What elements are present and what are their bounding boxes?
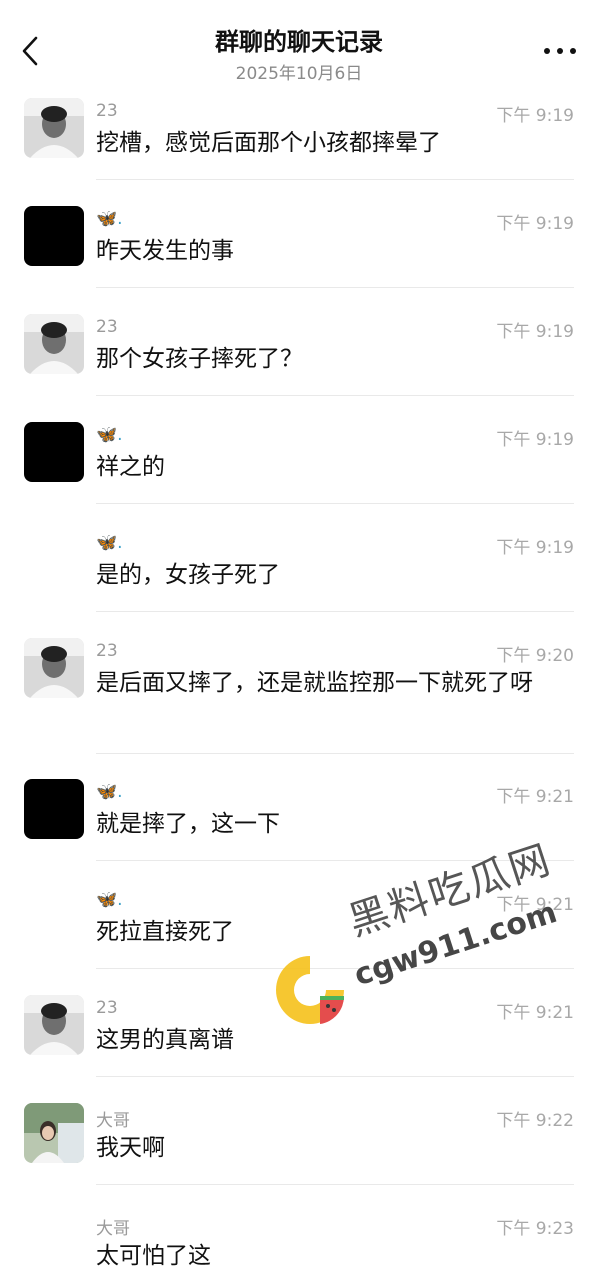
message-item: 🦋. 下午 9:21 死拉直接死了 xyxy=(0,884,598,970)
message-item: 🦋. 下午 9:19 祥之的 xyxy=(0,419,598,505)
sender-name: 🦋. xyxy=(96,782,123,802)
divider xyxy=(96,287,574,288)
divider xyxy=(96,860,574,861)
chat-date: 2025年10月6日 xyxy=(235,64,363,84)
sender-name: 🦋. xyxy=(96,890,123,910)
sender-name: 23 xyxy=(96,998,118,1018)
message-time: 下午 9:19 xyxy=(496,214,574,234)
divider xyxy=(96,968,574,969)
message-item: 🦋. 下午 9:21 就是摔了，这一下 xyxy=(0,776,598,862)
message-text: 祥之的 xyxy=(96,454,165,480)
message-item: 23 下午 9:19 那个女孩子摔死了？ xyxy=(0,311,598,397)
sender-name: 🦋. xyxy=(96,209,123,229)
message-item: 大哥 下午 9:23 太可怕了这 xyxy=(0,1208,598,1280)
sender-name: 大哥 xyxy=(96,1111,130,1131)
divider xyxy=(96,395,574,396)
message-item: 大哥 下午 9:22 我天啊 xyxy=(0,1100,598,1186)
avatar[interactable] xyxy=(24,206,84,266)
message-time: 下午 9:22 xyxy=(496,1111,574,1131)
message-item: 🦋. 下午 9:19 是的，女孩子死了 xyxy=(0,527,598,613)
message-time: 下午 9:19 xyxy=(496,106,574,126)
sender-name: 23 xyxy=(96,101,118,121)
message-time: 下午 9:19 xyxy=(496,322,574,342)
avatar[interactable] xyxy=(24,995,84,1055)
divider xyxy=(96,1184,574,1185)
avatar[interactable] xyxy=(24,98,84,158)
message-text: 是的，女孩子死了 xyxy=(96,562,280,588)
message-text: 那个女孩子摔死了？ xyxy=(96,346,303,372)
chat-header: 群聊的聊天记录 2025年10月6日 xyxy=(0,0,598,92)
sender-name: 23 xyxy=(96,641,118,661)
message-item: 🦋. 下午 9:19 昨天发生的事 xyxy=(0,203,598,289)
message-text: 是后面又摔了，还是就监控那一下就死了呀 xyxy=(96,670,533,696)
message-time: 下午 9:21 xyxy=(496,787,574,807)
message-time: 下午 9:23 xyxy=(496,1219,574,1239)
sender-name: 大哥 xyxy=(96,1219,130,1239)
divider xyxy=(96,611,574,612)
avatar[interactable] xyxy=(24,422,84,482)
message-time: 下午 9:21 xyxy=(496,895,574,915)
divider xyxy=(96,1076,574,1077)
message-item: 23 下午 9:19 挖槽，感觉后面那个小孩都摔晕了 xyxy=(0,95,598,181)
message-text: 昨天发生的事 xyxy=(96,238,234,264)
message-text: 这男的真离谱 xyxy=(96,1027,234,1053)
message-time: 下午 9:19 xyxy=(496,538,574,558)
divider xyxy=(96,179,574,180)
message-item: 23 下午 9:21 这男的真离谱 xyxy=(0,992,598,1078)
divider xyxy=(96,503,574,504)
message-text: 死拉直接死了 xyxy=(96,919,234,945)
divider xyxy=(96,753,574,754)
sender-name: 23 xyxy=(96,317,118,337)
message-time: 下午 9:20 xyxy=(496,646,574,666)
avatar[interactable] xyxy=(24,638,84,698)
avatar[interactable] xyxy=(24,314,84,374)
message-text: 太可怕了这 xyxy=(96,1243,211,1269)
message-item: 23 下午 9:20 是后面又摔了，还是就监控那一下就死了呀 xyxy=(0,635,598,755)
avatar[interactable] xyxy=(24,779,84,839)
message-text: 我天啊 xyxy=(96,1135,165,1161)
page-title: 群聊的聊天记录 xyxy=(215,28,383,56)
more-dots-icon[interactable] xyxy=(544,48,576,56)
sender-name: 🦋. xyxy=(96,425,123,445)
message-time: 下午 9:21 xyxy=(496,1003,574,1023)
message-text: 挖槽，感觉后面那个小孩都摔晕了 xyxy=(96,130,441,156)
message-time: 下午 9:19 xyxy=(496,430,574,450)
message-text: 就是摔了，这一下 xyxy=(96,811,280,837)
sender-name: 🦋. xyxy=(96,533,123,553)
avatar[interactable] xyxy=(24,1103,84,1163)
